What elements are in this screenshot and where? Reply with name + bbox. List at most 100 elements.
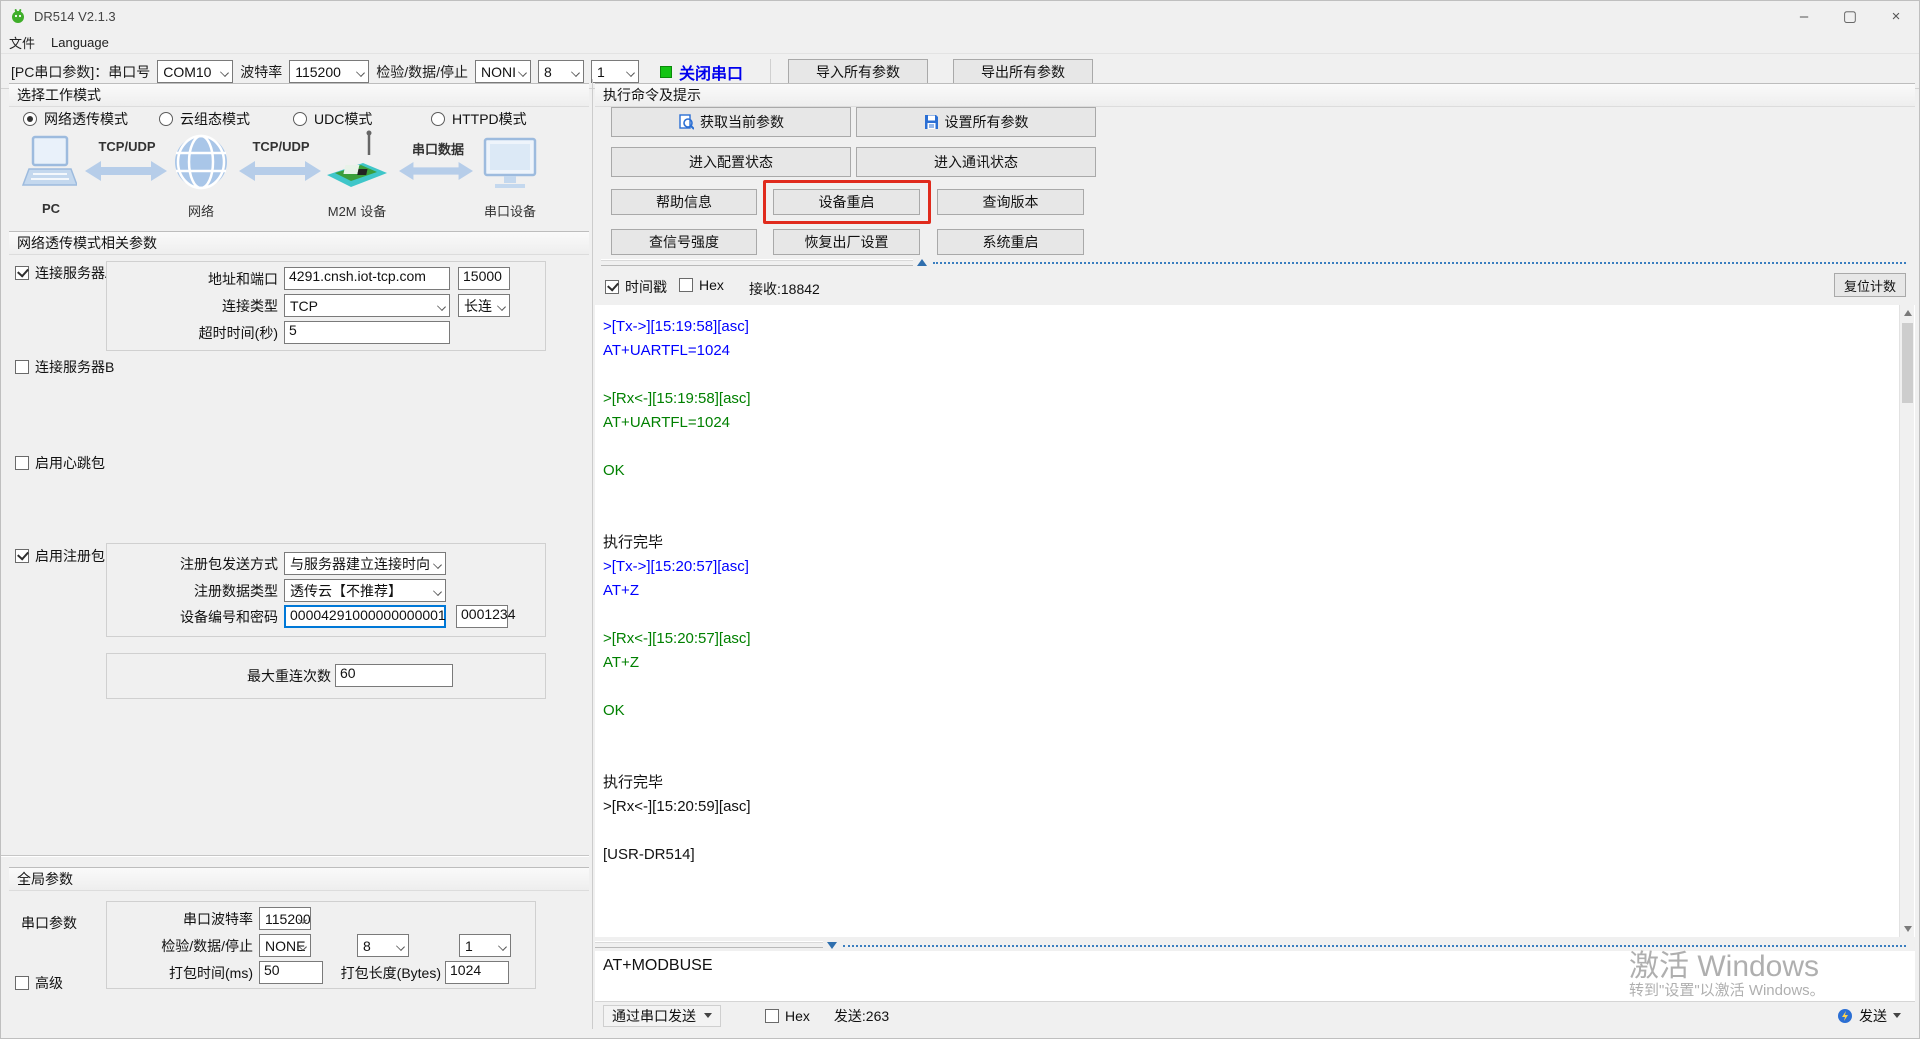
help-button[interactable]: 帮助信息	[611, 189, 757, 215]
scroll-up-icon[interactable]	[1900, 305, 1915, 321]
log-line	[595, 483, 1915, 507]
system-restart-button[interactable]: 系统重启	[937, 229, 1084, 255]
baud-select[interactable]: 115200	[289, 60, 369, 83]
device-id-input[interactable]: 00004291000000000001	[284, 605, 446, 628]
chevron-down-icon	[571, 68, 580, 77]
pack-time-label: 打包时间(ms)	[113, 963, 253, 983]
log-hex-checkbox[interactable]: Hex	[679, 277, 724, 293]
pack-time-input[interactable]: 50	[259, 961, 323, 984]
log-scrollbar[interactable]	[1899, 305, 1914, 937]
global-stopbits-select[interactable]: 1	[459, 934, 511, 957]
checkbox-icon	[15, 549, 29, 563]
pack-len-input[interactable]: 1024	[445, 961, 509, 984]
timestamp-checkbox[interactable]: 时间戳	[605, 277, 667, 297]
chevron-down-icon	[704, 1013, 712, 1018]
chevron-down-icon	[396, 942, 405, 951]
windows-activation-watermark-sub: 转到"设置"以激活 Windows。	[1629, 979, 1825, 1000]
link-arrow-icon	[85, 159, 167, 183]
server-a-checkbox[interactable]: 连接服务器A	[15, 263, 114, 283]
network-globe-icon	[173, 133, 229, 191]
mode-radio-udc[interactable]: UDC模式	[293, 109, 372, 129]
chevron-down-icon	[1893, 1013, 1901, 1018]
close-serial-button[interactable]: 关闭串口	[679, 60, 743, 84]
enter-config-button[interactable]: 进入配置状态	[611, 147, 851, 177]
reconnect-input[interactable]: 60	[335, 664, 453, 687]
log-output: >[Tx->][15:19:58][asc]AT+UARTFL=1024 >[R…	[595, 305, 1915, 937]
stopbits-select[interactable]: 1	[591, 60, 639, 83]
menu-file[interactable]: 文件	[1, 33, 43, 52]
network-label: 网络	[173, 201, 229, 220]
timeout-input[interactable]: 5	[284, 321, 450, 344]
scroll-down-icon[interactable]	[1900, 921, 1915, 937]
conn-mode-select[interactable]: 长连	[458, 294, 510, 317]
log-splitter-top[interactable]	[601, 259, 913, 266]
send-toolbar: 通过串口发送 Hex 发送:263 发送	[595, 1001, 1915, 1029]
log-splitter-bottom[interactable]	[595, 941, 823, 948]
get-params-button[interactable]: 获取当前参数	[611, 107, 851, 137]
heartbeat-checkbox[interactable]: 启用心跳包	[15, 453, 105, 473]
net-params-header: 网络透传模式相关参数	[9, 231, 589, 255]
mode-radio-cloud[interactable]: 云组态模式	[159, 109, 250, 129]
server-b-checkbox[interactable]: 连接服务器B	[15, 357, 114, 377]
splitter-collapse-up-icon[interactable]	[917, 259, 927, 266]
enter-comm-button[interactable]: 进入通讯状态	[856, 147, 1096, 177]
global-baud-select[interactable]: 115200	[259, 907, 311, 930]
register-send-mode-label: 注册包发送方式	[113, 554, 278, 574]
parity-select[interactable]: NONI	[475, 60, 531, 83]
set-params-button[interactable]: 设置所有参数	[856, 107, 1096, 137]
link-arrow-icon	[399, 159, 473, 183]
chevron-down-icon	[433, 587, 442, 596]
query-version-button[interactable]: 查询版本	[937, 189, 1084, 215]
send-button[interactable]: 发送	[1837, 1006, 1901, 1026]
send-hex-checkbox[interactable]: Hex	[765, 1008, 810, 1024]
close-button[interactable]: ×	[1873, 1, 1919, 31]
global-databits-select[interactable]: 8	[357, 934, 409, 957]
section-separator	[1, 855, 589, 857]
mode-radio-transparent[interactable]: 网络透传模式	[23, 109, 128, 129]
send-settings-icon	[1837, 1008, 1853, 1024]
register-data-type-select[interactable]: 透传云【不推荐】	[284, 579, 446, 602]
import-params-button[interactable]: 导入所有参数	[788, 59, 928, 85]
pc-serial-label: [PC串口参数]：串口号	[11, 62, 150, 82]
register-checkbox[interactable]: 启用注册包	[15, 546, 105, 566]
databits-select[interactable]: 8	[538, 60, 584, 83]
recv-counter: 接收:18842	[749, 279, 820, 299]
server-addr-input[interactable]: 4291.cnsh.iot-tcp.com	[284, 267, 450, 290]
command-header: 执行命令及提示	[595, 83, 1915, 107]
register-send-mode-select[interactable]: 与服务器建立连接时向服务	[284, 552, 446, 575]
register-data-type-label: 注册数据类型	[113, 581, 278, 601]
scrollbar-thumb[interactable]	[1902, 323, 1913, 403]
factory-reset-button[interactable]: 恢复出厂设置	[773, 229, 920, 255]
work-mode-header: 选择工作模式	[9, 83, 589, 107]
com-port-select[interactable]: COM10	[157, 60, 233, 83]
link-arrow-icon	[239, 159, 321, 183]
checkbox-icon	[15, 266, 29, 280]
mode-radio-httpd[interactable]: HTTPD模式	[431, 109, 527, 129]
m2m-label: M2M 设备	[321, 201, 393, 220]
log-line	[595, 435, 1915, 459]
menu-language[interactable]: Language	[43, 35, 117, 50]
server-port-input[interactable]: 15000	[458, 267, 510, 290]
send-via-serial-button[interactable]: 通过串口发送	[603, 1005, 721, 1027]
link1-label: TCP/UDP	[87, 139, 167, 154]
global-parity-select[interactable]: NONE	[259, 934, 311, 957]
log-line: OK	[595, 459, 1915, 483]
reset-count-button[interactable]: 复位计数	[1834, 273, 1906, 297]
log-line	[595, 819, 1915, 843]
maximize-button[interactable]: ▢	[1827, 1, 1873, 31]
splitter-collapse-down-icon[interactable]	[827, 942, 837, 949]
chevron-down-icon	[220, 68, 229, 77]
panel-divider	[592, 79, 593, 1029]
global-baud-label: 串口波特率	[113, 909, 253, 929]
signal-strength-button[interactable]: 查信号强度	[611, 229, 757, 255]
search-doc-icon	[678, 114, 694, 130]
advanced-checkbox[interactable]: 高级	[15, 973, 63, 993]
log-line	[595, 675, 1915, 699]
link3-label: 串口数据	[401, 139, 475, 158]
global-params-header: 全局参数	[9, 867, 589, 891]
minimize-button[interactable]: –	[1781, 1, 1827, 31]
conn-type-select[interactable]: TCP	[284, 294, 450, 317]
device-password-input[interactable]: 0001234	[456, 605, 508, 628]
checkbox-icon	[15, 976, 29, 990]
export-params-button[interactable]: 导出所有参数	[953, 59, 1093, 85]
